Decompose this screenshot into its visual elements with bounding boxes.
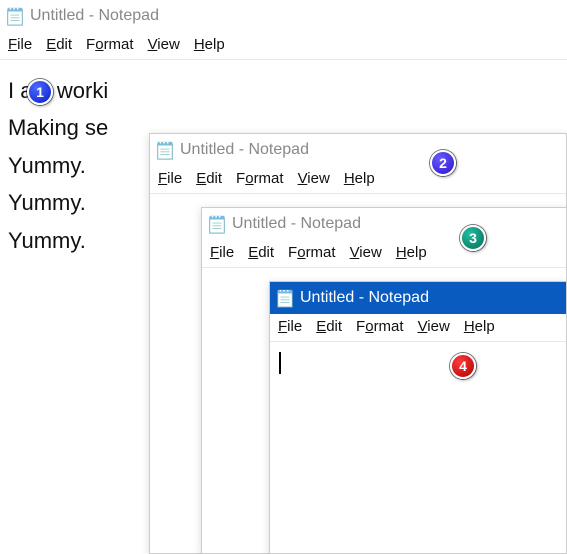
window-title: Untitled - Notepad <box>180 141 309 159</box>
notepad-icon <box>276 288 294 308</box>
titlebar[interactable]: Untitled - Notepad <box>0 0 567 32</box>
annotation-badge-1: 1 <box>27 79 53 105</box>
menubar: File Edit Format View Help <box>270 314 566 342</box>
notepad-window-4[interactable]: Untitled - Notepad File Edit Format View… <box>269 281 567 554</box>
titlebar[interactable]: Untitled - Notepad <box>270 282 566 314</box>
window-title: Untitled - Notepad <box>30 7 159 25</box>
menu-edit[interactable]: Edit <box>248 244 274 261</box>
menu-file[interactable]: File <box>278 318 302 335</box>
annotation-badge-2: 2 <box>430 150 456 176</box>
menubar: File Edit Format View Help <box>0 32 567 60</box>
menu-help[interactable]: Help <box>344 170 375 187</box>
menu-help[interactable]: Help <box>194 36 225 53</box>
menubar: File Edit Format View Help <box>202 240 566 268</box>
menu-view[interactable]: View <box>418 318 450 335</box>
menu-format[interactable]: Format <box>236 170 284 187</box>
menu-format[interactable]: Format <box>288 244 336 261</box>
menubar: File Edit Format View Help <box>150 166 566 194</box>
menu-edit[interactable]: Edit <box>46 36 72 53</box>
editor-content[interactable] <box>270 342 566 474</box>
notepad-icon <box>6 6 24 26</box>
notepad-icon <box>156 140 174 160</box>
annotation-badge-3: 3 <box>460 225 486 251</box>
menu-view[interactable]: View <box>148 36 180 53</box>
menu-help[interactable]: Help <box>464 318 495 335</box>
menu-help[interactable]: Help <box>396 244 427 261</box>
titlebar[interactable]: Untitled - Notepad <box>150 134 566 166</box>
menu-view[interactable]: View <box>298 170 330 187</box>
menu-edit[interactable]: Edit <box>196 170 222 187</box>
window-title: Untitled - Notepad <box>300 289 429 307</box>
window-title: Untitled - Notepad <box>232 215 361 233</box>
menu-file[interactable]: File <box>210 244 234 261</box>
titlebar[interactable]: Untitled - Notepad <box>202 208 566 240</box>
menu-format[interactable]: Format <box>356 318 404 335</box>
text-cursor <box>279 352 281 374</box>
notepad-icon <box>208 214 226 234</box>
menu-view[interactable]: View <box>350 244 382 261</box>
menu-edit[interactable]: Edit <box>316 318 342 335</box>
menu-file[interactable]: File <box>158 170 182 187</box>
menu-format[interactable]: Format <box>86 36 134 53</box>
annotation-badge-4: 4 <box>450 353 476 379</box>
menu-file[interactable]: File <box>8 36 32 53</box>
